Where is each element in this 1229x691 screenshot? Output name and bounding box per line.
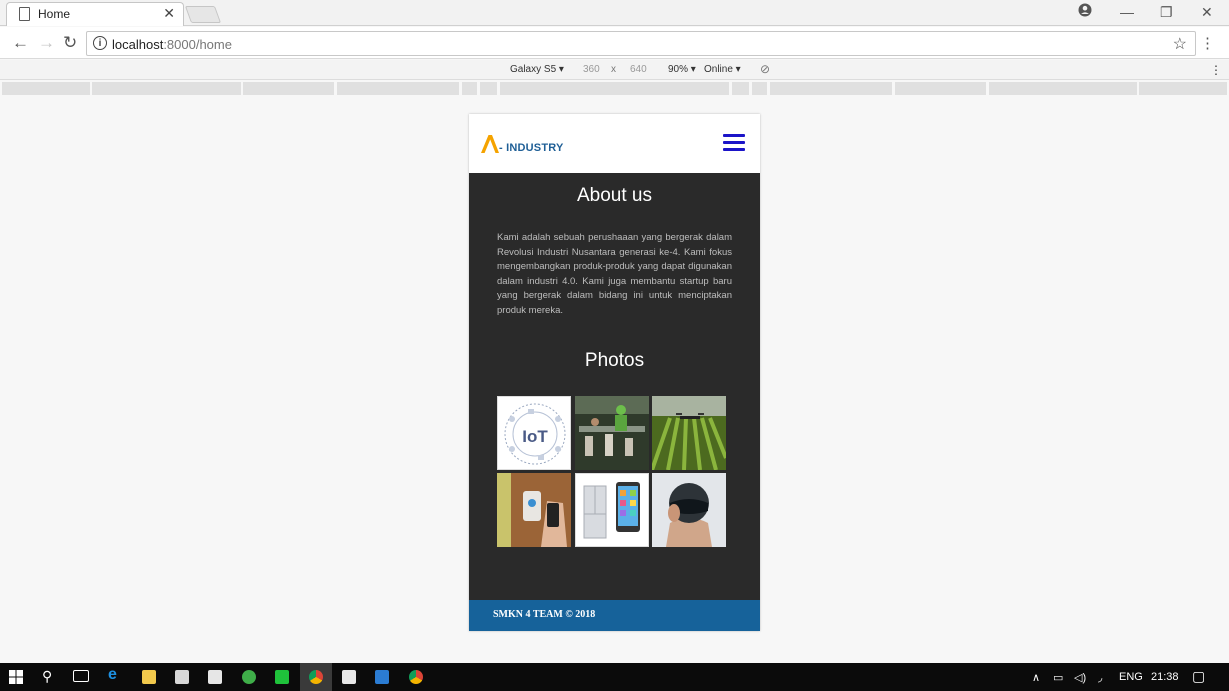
device-viewport: - INDUSTRY About us Kami adalah sebuah p…	[469, 114, 760, 631]
language-indicator[interactable]: ENG	[1119, 671, 1143, 683]
app-icon[interactable]	[242, 670, 256, 684]
edge-icon[interactable]: e	[108, 666, 122, 683]
tray-chevron-icon[interactable]: ∧	[1032, 671, 1040, 684]
clock[interactable]: 21:38	[1151, 671, 1179, 683]
close-tab-icon[interactable]: ✕	[163, 5, 175, 22]
store-icon[interactable]	[175, 670, 189, 684]
tab-strip: Home ✕ — ❐ ✕	[0, 0, 1229, 26]
document-icon[interactable]	[375, 670, 389, 684]
forward-button[interactable]: →	[38, 33, 55, 53]
bookmark-star-icon[interactable]: ☆	[1173, 34, 1187, 54]
profile-icon[interactable]	[1078, 3, 1092, 20]
close-window-button[interactable]: ✕	[1201, 4, 1213, 21]
site-header: - INDUSTRY	[469, 114, 760, 173]
device-height[interactable]: 640	[630, 64, 647, 75]
photo-drone-field[interactable]	[652, 396, 726, 470]
about-title: About us	[577, 185, 652, 206]
info-icon[interactable]: i	[93, 36, 107, 50]
taskbar: ⚲ e ∧ ▭ ◁) ◞ ENG 21:38 ▢	[0, 663, 1229, 691]
svg-text:IoT: IoT	[522, 427, 548, 446]
url-text: localhost:8000/home	[112, 37, 232, 52]
photos-title: Photos	[584, 350, 645, 371]
reload-button[interactable]: ↻	[63, 33, 77, 53]
windows-start-icon[interactable]	[9, 670, 23, 684]
logo-text[interactable]: - INDUSTRY	[499, 142, 564, 154]
dimension-separator: x	[611, 64, 616, 75]
devtools-menu-icon[interactable]: ⋮	[1210, 63, 1222, 77]
footer-text: SMKN 4 TEAM © 2018	[493, 609, 596, 620]
tab-home[interactable]: Home ✕	[6, 2, 184, 26]
tab-title: Home	[38, 7, 71, 21]
file-explorer-icon[interactable]	[142, 670, 156, 684]
photo-smart-home[interactable]	[497, 473, 571, 547]
restore-button[interactable]: ❐	[1160, 4, 1173, 21]
browser-toolbar: ← → ↻ i localhost:8000/home ☆ ⋮	[0, 27, 1229, 59]
device-toolbar: Galaxy S5 ▾ 360 x 640 90% ▾ Online ▾ ⊘ ⋮	[0, 60, 1229, 80]
page-icon	[19, 7, 30, 21]
media-query-bar[interactable]	[0, 82, 1229, 96]
photo-smart-fridge[interactable]	[575, 473, 649, 547]
about-text: Kami adalah sebuah perushaaan yang berge…	[497, 232, 732, 316]
line-icon[interactable]	[275, 670, 289, 684]
device-select[interactable]: Galaxy S5 ▾	[510, 64, 564, 75]
wifi-icon[interactable]: ◞	[1098, 671, 1102, 684]
rotate-icon[interactable]: ⊘	[760, 62, 770, 76]
search-icon[interactable]: ⚲	[42, 668, 56, 684]
mail-icon[interactable]	[208, 670, 222, 684]
battery-icon[interactable]: ▭	[1053, 671, 1063, 684]
notification-icon[interactable]: ▢	[1192, 668, 1205, 685]
logo-icon[interactable]	[480, 133, 500, 154]
photo-factory[interactable]	[575, 396, 649, 470]
task-view-icon[interactable]	[73, 670, 89, 682]
site-footer: SMKN 4 TEAM © 2018	[469, 600, 760, 631]
volume-icon[interactable]: ◁)	[1074, 671, 1086, 684]
browser-menu-icon[interactable]: ⋮	[1200, 34, 1215, 52]
hamburger-menu-icon[interactable]	[723, 134, 745, 152]
chrome-icon-2[interactable]	[409, 670, 423, 684]
network-select[interactable]: Online ▾	[704, 64, 741, 75]
device-width[interactable]: 360	[583, 64, 600, 75]
zoom-select[interactable]: 90% ▾	[668, 64, 696, 75]
minimize-button[interactable]: —	[1120, 4, 1134, 20]
photo-iot[interactable]: IoT	[497, 396, 571, 470]
photo-smart-helmet[interactable]	[652, 473, 726, 547]
new-tab-button[interactable]	[184, 6, 222, 23]
chrome-icon[interactable]	[309, 670, 323, 684]
back-button[interactable]: ←	[12, 33, 29, 53]
photos-icon[interactable]	[342, 670, 356, 684]
address-bar[interactable]: i localhost:8000/home ☆	[86, 31, 1196, 56]
